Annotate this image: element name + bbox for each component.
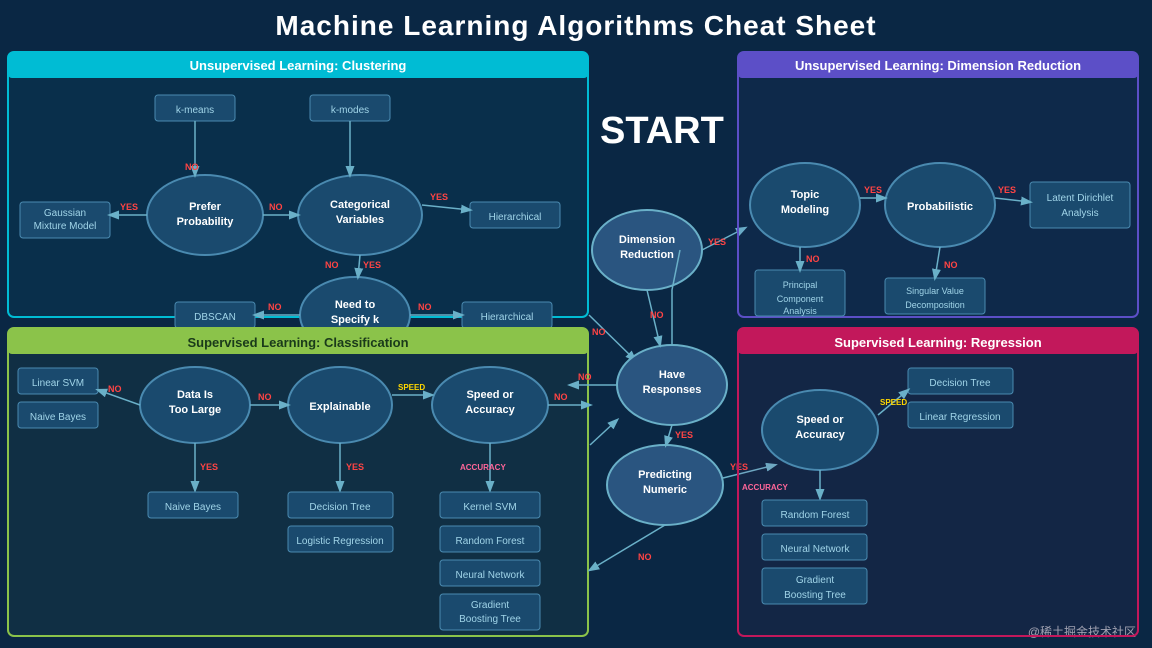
dimreduction-header: Unsupervised Learning: Dimension Reducti… <box>795 58 1081 73</box>
no-label10: NO <box>650 310 664 320</box>
yes-label7: YES <box>675 430 693 440</box>
dbscan-node: DBSCAN <box>194 312 236 323</box>
speed-accuracy-class-node: Speed or <box>466 389 514 401</box>
no-label14: NO <box>944 260 958 270</box>
gradient-boost1-node: Gradient <box>471 600 510 611</box>
no-label9: NO <box>554 392 568 402</box>
no-label13: NO <box>806 254 820 264</box>
no-label6: NO <box>592 327 606 337</box>
predicting-numeric-node: Predicting <box>638 469 692 481</box>
pca-node: Principal <box>783 280 818 290</box>
data-too-large-node: Data Is <box>177 389 213 401</box>
lda-node: Latent Dirichlet <box>1047 193 1114 204</box>
no-label: NO <box>269 202 283 212</box>
kmodes-node: k-modes <box>331 105 369 116</box>
need-specify-k-node: Need to <box>335 299 376 311</box>
kernel-svm-node: Kernel SVM <box>463 502 516 513</box>
random-forest-reg-node: Random Forest <box>781 510 850 521</box>
gaussian-node2: Mixture Model <box>34 221 97 232</box>
yes-label6: YES <box>708 237 726 247</box>
topic-modeling-node: Topic <box>791 189 820 201</box>
neural-network-reg-node: Neural Network <box>781 544 851 555</box>
random-forest1-node: Random Forest <box>456 536 525 547</box>
naive-bayes2-node: Naive Bayes <box>165 502 221 513</box>
classification-header: Supervised Learning: Classification <box>187 335 408 350</box>
predicting-numeric-node2: Numeric <box>643 484 687 496</box>
no-label7: NO <box>108 384 122 394</box>
gradient-boost1-node2: Boosting Tree <box>459 614 521 625</box>
gradient-boost-reg-node: Gradient <box>796 575 835 586</box>
speed-accuracy-class-node2: Accuracy <box>465 404 515 416</box>
have-responses-node: Have <box>659 369 685 381</box>
speed-label2: SPEED <box>880 398 907 407</box>
yes-label: YES <box>120 202 138 212</box>
no-label3: NO <box>268 302 282 312</box>
explainable-node: Explainable <box>309 401 370 413</box>
lda-node2: Analysis <box>1061 208 1098 219</box>
page-title: Machine Learning Algorithms Cheat Sheet <box>0 0 1152 48</box>
clustering-header: Unsupervised Learning: Clustering <box>190 58 407 73</box>
decision-tree1-node: Decision Tree <box>309 502 371 513</box>
svd-node: Singular Value <box>906 286 964 296</box>
svd-node2: Decomposition <box>905 300 965 310</box>
yes-label5: YES <box>346 462 364 472</box>
pca-node3: Analysis <box>783 306 817 316</box>
decision-tree-reg-node: Decision Tree <box>929 378 991 389</box>
topic-modeling-node2: Modeling <box>781 204 829 216</box>
gaussian-node: Gaussian <box>44 208 86 219</box>
no-label2: NO <box>325 260 339 270</box>
linear-reg-node: Linear Regression <box>919 412 1000 423</box>
have-responses-node2: Responses <box>643 384 702 396</box>
categorical-node: Categorical <box>330 199 390 211</box>
kmeans-node: k-means <box>176 105 214 116</box>
yes-label3: YES <box>363 260 381 270</box>
yes-label4: YES <box>200 462 218 472</box>
no-label12: NO <box>638 552 652 562</box>
gradient-boost-reg-node2: Boosting Tree <box>784 590 846 601</box>
prefer-probability-node: Prefer <box>189 201 222 213</box>
hierarchical1-node: Hierarchical <box>489 212 542 223</box>
speed-accuracy-reg-node2: Accuracy <box>795 429 845 441</box>
diagram-svg: Unsupervised Learning: Clustering k-mean… <box>0 50 1152 648</box>
dimension-reduction-node: Dimension <box>619 234 676 246</box>
need-specify-k-node2: Specify k <box>331 314 380 326</box>
categorical-node2: Variables <box>336 214 384 226</box>
yes-label10: YES <box>998 185 1016 195</box>
dimension-reduction-node2: Reduction <box>620 249 674 261</box>
no-label4: NO <box>418 302 432 312</box>
yes-label8: YES <box>730 462 748 472</box>
yes-label9: YES <box>864 185 882 195</box>
no-label11: NO <box>578 372 592 382</box>
speed-accuracy-reg-node: Speed or <box>796 414 844 426</box>
yes-label2: YES <box>430 192 448 202</box>
linear-svm-node: Linear SVM <box>32 378 84 389</box>
watermark: @稀土掘金技术社区 <box>1028 623 1136 640</box>
pca-node2: Component <box>777 294 824 304</box>
no-label5: NO <box>185 162 199 172</box>
neural-network1-node: Neural Network <box>456 570 526 581</box>
hierarchical2-node: Hierarchical <box>481 312 534 323</box>
probabilistic-node: Probabilistic <box>907 201 973 213</box>
no-label8: NO <box>258 392 272 402</box>
prefer-probability-node2: Probability <box>177 216 235 228</box>
naive-bayes1-node: Naive Bayes <box>30 412 86 423</box>
logistic-reg-node: Logistic Regression <box>296 536 383 547</box>
data-too-large-node2: Too Large <box>169 404 221 416</box>
speed-label1: SPEED <box>398 383 425 392</box>
accuracy-label2: ACCURACY <box>742 483 788 492</box>
accuracy-label1: ACCURACY <box>460 463 506 472</box>
start-label: START <box>600 110 724 153</box>
regression-header: Supervised Learning: Regression <box>834 335 1041 350</box>
